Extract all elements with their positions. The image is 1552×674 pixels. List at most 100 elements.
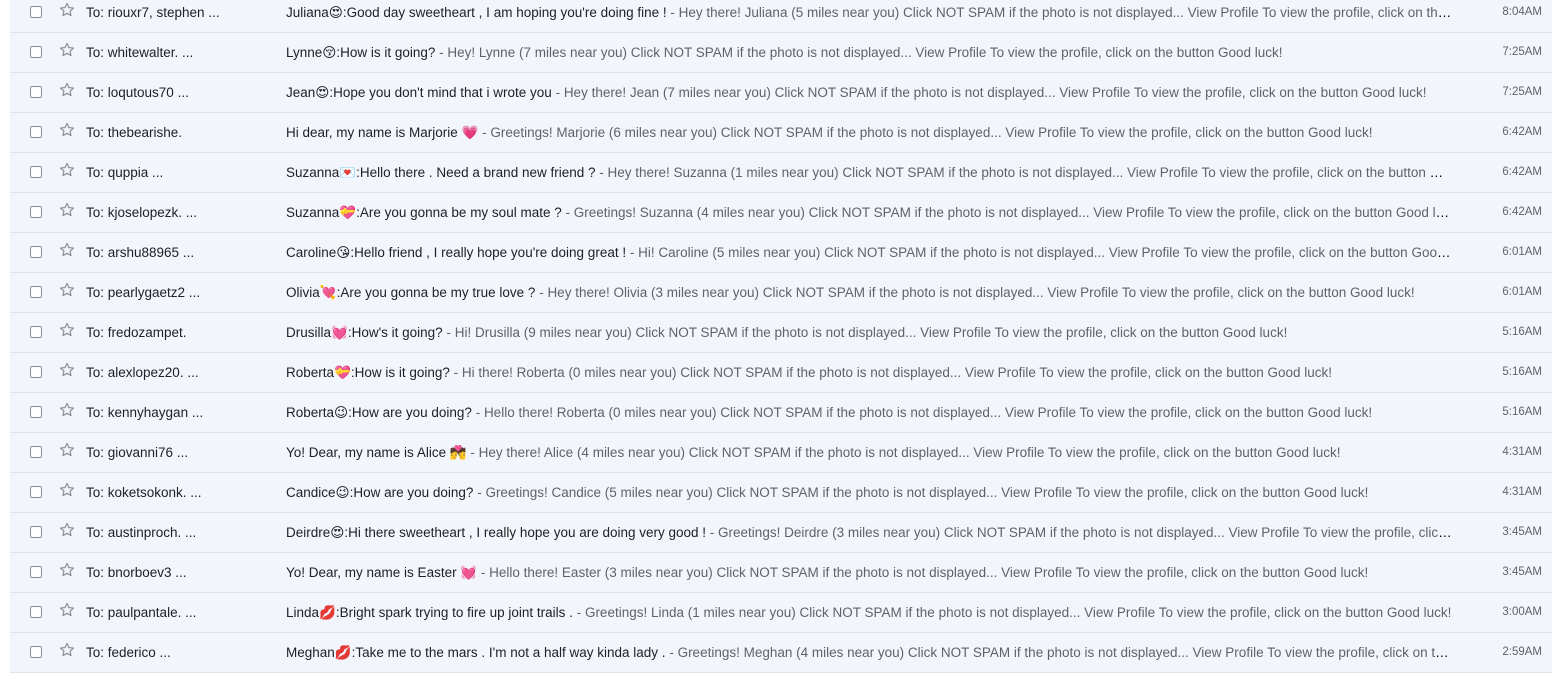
email-row[interactable]: To: koketsokonk. ... Candice😉:How are you…	[10, 473, 1552, 513]
email-content[interactable]: Suzanna💝:Are you gonna be my soul mate ?…	[286, 193, 1452, 232]
email-row[interactable]: To: thebearishe. Hi dear, my name is Marj…	[10, 113, 1552, 153]
snippet: Greetings! Candice (5 miles near you) Cl…	[485, 485, 1369, 500]
email-content[interactable]: Juliana😍:Good day sweetheart , I am hopi…	[286, 0, 1452, 32]
star-icon[interactable]	[58, 401, 76, 421]
separator: -	[477, 565, 490, 580]
email-content[interactable]: Caroline😘:Hello friend , I really hope y…	[286, 233, 1452, 272]
email-content[interactable]: Suzanna💌:Hello there . Need a brand new …	[286, 153, 1452, 192]
email-content[interactable]: Candice😉:How are you doing? - Greetings!…	[286, 473, 1452, 512]
checkbox-icon[interactable]	[30, 526, 42, 538]
separator: -	[478, 125, 491, 140]
email-content[interactable]: Linda💋:Bright spark trying to fire up jo…	[286, 593, 1452, 632]
timestamp: 5:16AM	[1502, 326, 1542, 338]
timestamp: 6:01AM	[1502, 246, 1542, 258]
timestamp: 3:00AM	[1502, 606, 1542, 618]
checkbox-icon[interactable]	[30, 246, 42, 258]
email-row[interactable]: To: paulpantale. ... Linda💋:Bright spark …	[10, 593, 1552, 633]
email-content[interactable]: Roberta💝:How is it going? - Hi there! Ro…	[286, 353, 1452, 392]
star-icon[interactable]	[58, 361, 76, 381]
separator: -	[665, 645, 678, 660]
star-icon[interactable]	[58, 561, 76, 581]
email-row[interactable]: To: pearlygaetz2 ... Olivia💘:Are you gonn…	[10, 273, 1552, 313]
checkbox-icon[interactable]	[30, 6, 42, 18]
checkbox-icon[interactable]	[30, 166, 42, 178]
separator: -	[535, 285, 548, 300]
recipient: To: riouxr7, stephen ...	[86, 5, 220, 20]
email-row[interactable]: To: arshu88965 ... Caroline😘:Hello friend…	[10, 233, 1552, 273]
checkbox-icon[interactable]	[30, 326, 42, 338]
email-content[interactable]: Meghan💋:Take me to the mars . I'm not a …	[286, 633, 1452, 672]
checkbox-icon[interactable]	[30, 446, 42, 458]
star-icon[interactable]	[58, 521, 76, 541]
star-icon[interactable]	[58, 121, 76, 141]
checkbox-icon[interactable]	[30, 86, 42, 98]
email-row[interactable]: To: bnorboev3 ... Yo! Dear, my name is Ea…	[10, 553, 1552, 593]
star-icon[interactable]	[58, 641, 76, 661]
email-row[interactable]: To: giovanni76 ... Yo! Dear, my name is A…	[10, 433, 1552, 473]
star-icon[interactable]	[58, 161, 76, 181]
star-icon[interactable]	[58, 281, 76, 301]
checkbox-icon[interactable]	[30, 646, 42, 658]
email-content[interactable]: Olivia💘:Are you gonna be my true love ? …	[286, 273, 1452, 312]
email-row[interactable]: To: quppia ... Suzanna💌:Hello there . Nee…	[10, 153, 1552, 193]
star-icon[interactable]	[58, 481, 76, 501]
subject: Suzanna💝:Are you gonna be my soul mate ?	[286, 205, 562, 220]
email-content[interactable]: Roberta😉:How are you doing? - Hello ther…	[286, 393, 1452, 432]
star-icon[interactable]	[58, 601, 76, 621]
star-icon[interactable]	[58, 1, 76, 21]
star-icon[interactable]	[58, 241, 76, 261]
recipient: To: giovanni76 ...	[86, 445, 189, 460]
checkbox-icon[interactable]	[30, 606, 42, 618]
checkbox-icon[interactable]	[30, 366, 42, 378]
snippet: Hello there! Easter (3 miles near you) C…	[489, 565, 1369, 580]
email-row[interactable]: To: whitewalter. ... Lynne😚:How is it goi…	[10, 33, 1552, 73]
snippet: Greetings! Linda (1 miles near you) Clic…	[584, 605, 1452, 620]
timestamp: 3:45AM	[1502, 566, 1542, 578]
star-icon[interactable]	[58, 201, 76, 221]
checkbox-icon[interactable]	[30, 406, 42, 418]
star-icon[interactable]	[58, 321, 76, 341]
subject: Deirdre😍:Hi there sweetheart , I really …	[286, 525, 707, 540]
separator: -	[473, 485, 486, 500]
subject: Meghan💋:Take me to the mars . I'm not a …	[286, 645, 666, 660]
snippet: Hey there! Alice (4 miles near you) Clic…	[478, 445, 1341, 460]
star-icon[interactable]	[58, 81, 76, 101]
timestamp: 6:01AM	[1502, 286, 1542, 298]
snippet: Hi! Caroline (5 miles near you) Click NO…	[638, 245, 1452, 260]
snippet: Greetings! Deirdre (3 miles near you) Cl…	[718, 525, 1452, 540]
snippet: Hi! Drusilla (9 miles near you) Click NO…	[454, 325, 1288, 340]
snippet: Hi there! Roberta (0 miles near you) Cli…	[461, 365, 1333, 380]
email-content[interactable]: Yo! Dear, my name is Easter 💓 - Hello th…	[286, 553, 1452, 592]
email-content[interactable]: Hi dear, my name is Marjorie 💗 - Greetin…	[286, 113, 1452, 152]
email-row[interactable]: To: fredozampet. Drusilla💓:How's it going…	[10, 313, 1552, 353]
recipient: To: alexlopez20. ...	[86, 365, 199, 380]
email-content[interactable]: Drusilla💓:How's it going? - Hi! Drusilla…	[286, 313, 1452, 352]
checkbox-icon[interactable]	[30, 286, 42, 298]
email-row[interactable]: To: federico ... Meghan💋:Take me to the m…	[10, 633, 1552, 673]
email-row[interactable]: To: riouxr7, stephen ... Juliana😍:Good da…	[10, 0, 1552, 33]
checkbox-icon[interactable]	[30, 566, 42, 578]
email-content[interactable]: Yo! Dear, my name is Alice 💏 - Hey there…	[286, 433, 1452, 472]
separator: -	[706, 525, 719, 540]
checkbox-icon[interactable]	[30, 486, 42, 498]
separator: -	[471, 405, 484, 420]
timestamp: 5:16AM	[1502, 406, 1542, 418]
snippet: Hey there! Suzanna (1 miles near you) Cl…	[607, 165, 1453, 180]
recipient: To: thebearishe.	[86, 125, 183, 140]
checkbox-icon[interactable]	[30, 126, 42, 138]
star-icon[interactable]	[58, 441, 76, 461]
email-content[interactable]: Jean😍:Hope you don't mind that i wrote y…	[286, 73, 1452, 112]
email-content[interactable]: Lynne😚:How is it going? - Hey! Lynne (7 …	[286, 33, 1452, 72]
separator: -	[435, 45, 448, 60]
email-row[interactable]: To: austinproch. ... Deirdre😍:Hi there sw…	[10, 513, 1552, 553]
email-row[interactable]: To: kjoselopezk. ... Suzanna💝:Are you gon…	[10, 193, 1552, 233]
email-row[interactable]: To: loqutous70 ... Jean😍:Hope you don't m…	[10, 73, 1552, 113]
snippet: Hey there! Jean (7 miles near you) Click…	[563, 85, 1427, 100]
timestamp: 2:59AM	[1502, 646, 1542, 658]
checkbox-icon[interactable]	[30, 206, 42, 218]
checkbox-icon[interactable]	[30, 46, 42, 58]
email-row[interactable]: To: alexlopez20. ... Roberta💝:How is it g…	[10, 353, 1552, 393]
email-content[interactable]: Deirdre😍:Hi there sweetheart , I really …	[286, 513, 1452, 552]
star-icon[interactable]	[58, 41, 76, 61]
email-row[interactable]: To: kennyhaygan ... Roberta😉:How are you …	[10, 393, 1552, 433]
